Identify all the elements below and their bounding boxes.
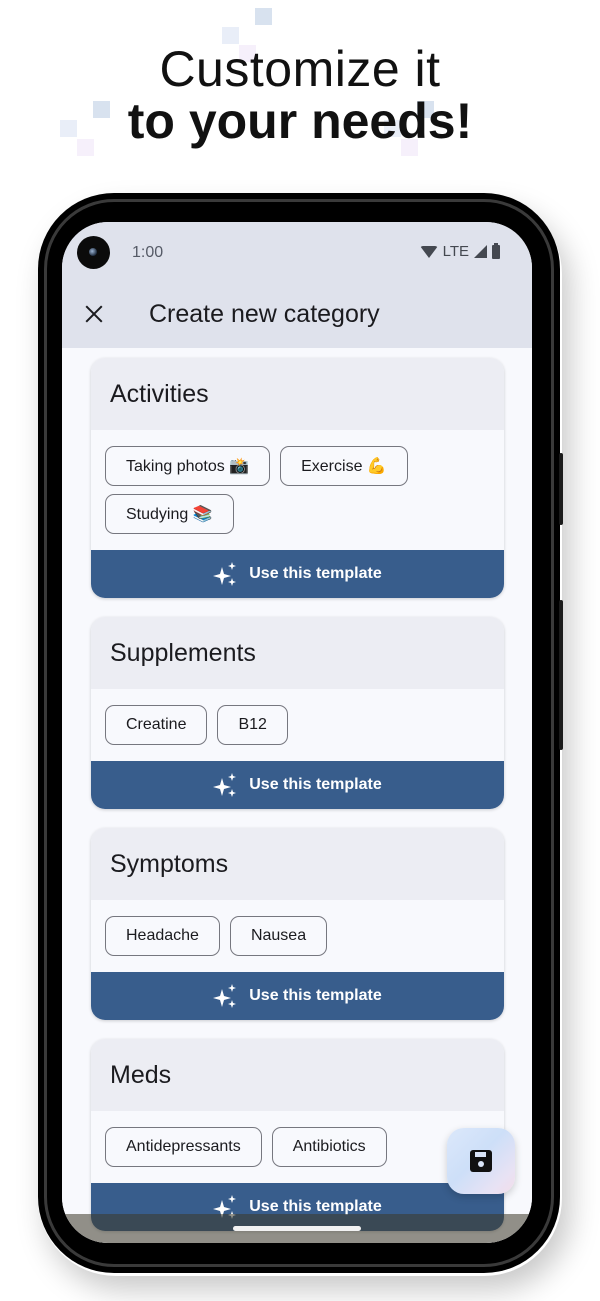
use-template-label: Use this template xyxy=(249,987,382,1004)
use-template-button[interactable]: Use this template xyxy=(91,972,504,1020)
status-icons: LTE xyxy=(419,242,500,260)
chip[interactable]: Antibiotics xyxy=(271,1127,387,1167)
chip[interactable]: Creatine xyxy=(105,705,208,745)
chip[interactable]: Taking photos 📸 xyxy=(105,446,271,486)
save-button[interactable] xyxy=(447,1128,515,1194)
power-button xyxy=(559,453,563,525)
status-time: 1:00 xyxy=(132,244,164,261)
card-title: Symptoms xyxy=(110,849,229,878)
chip[interactable]: B12 xyxy=(217,705,288,745)
camera-icon xyxy=(77,236,110,269)
headline-line-2: to your needs! xyxy=(127,93,473,149)
sparkle-icon xyxy=(213,772,239,798)
battery-icon xyxy=(492,242,500,259)
phone-screen: 1:00 LTE Create new category Activities … xyxy=(62,222,532,1243)
chip[interactable]: Nausea xyxy=(229,916,328,956)
chip[interactable]: Studying 📚 xyxy=(105,494,234,534)
chip-group: Taking photos 📸 Exercise 💪 Studying 📚 xyxy=(91,430,504,550)
network-type: LTE xyxy=(442,243,469,260)
card-header: Supplements xyxy=(91,617,504,689)
chip[interactable]: Exercise 💪 xyxy=(280,446,408,486)
use-template-button[interactable]: Use this template xyxy=(91,761,504,809)
template-card-supplements: Supplements Creatine B12 Use this templa… xyxy=(91,617,504,809)
card-header: Symptoms xyxy=(91,828,504,900)
volume-button xyxy=(559,600,563,750)
sparkle-icon xyxy=(213,983,239,1009)
template-card-symptoms: Symptoms Headache Nausea Use this templa… xyxy=(91,828,504,1020)
sparkle-icon xyxy=(213,561,239,587)
chip-group: Creatine B12 xyxy=(91,689,504,761)
template-card-meds: Meds Antidepressants Antibiotics Use thi… xyxy=(91,1039,504,1231)
decorative-square xyxy=(255,8,272,25)
card-header: Activities xyxy=(91,358,504,430)
chip-group: Headache Nausea xyxy=(91,900,504,972)
card-title: Activities xyxy=(110,379,209,408)
save-icon xyxy=(470,1150,492,1172)
navigation-bar xyxy=(62,1214,532,1243)
status-bar: 1:00 LTE xyxy=(62,222,532,280)
signal-icon xyxy=(474,245,487,258)
card-header: Meds xyxy=(91,1039,504,1111)
use-template-button[interactable]: Use this template xyxy=(91,550,504,598)
home-gesture-handle[interactable] xyxy=(233,1226,361,1231)
chip[interactable]: Antidepressants xyxy=(105,1127,262,1167)
card-title: Supplements xyxy=(110,638,256,667)
template-card-activities: Activities Taking photos 📸 Exercise 💪 St… xyxy=(91,358,504,598)
page-title: Create new category xyxy=(149,300,380,328)
template-list[interactable]: Activities Taking photos 📸 Exercise 💪 St… xyxy=(62,348,532,1243)
use-template-label: Use this template xyxy=(249,776,382,793)
close-icon[interactable] xyxy=(80,300,108,328)
chip-group: Antidepressants Antibiotics xyxy=(91,1111,504,1183)
app-bar: Create new category xyxy=(62,280,532,348)
card-title: Meds xyxy=(110,1060,172,1089)
headline-line-1: Customize it xyxy=(159,41,441,97)
wifi-icon xyxy=(419,245,438,258)
use-template-label: Use this template xyxy=(249,565,382,582)
chip[interactable]: Headache xyxy=(105,916,220,956)
